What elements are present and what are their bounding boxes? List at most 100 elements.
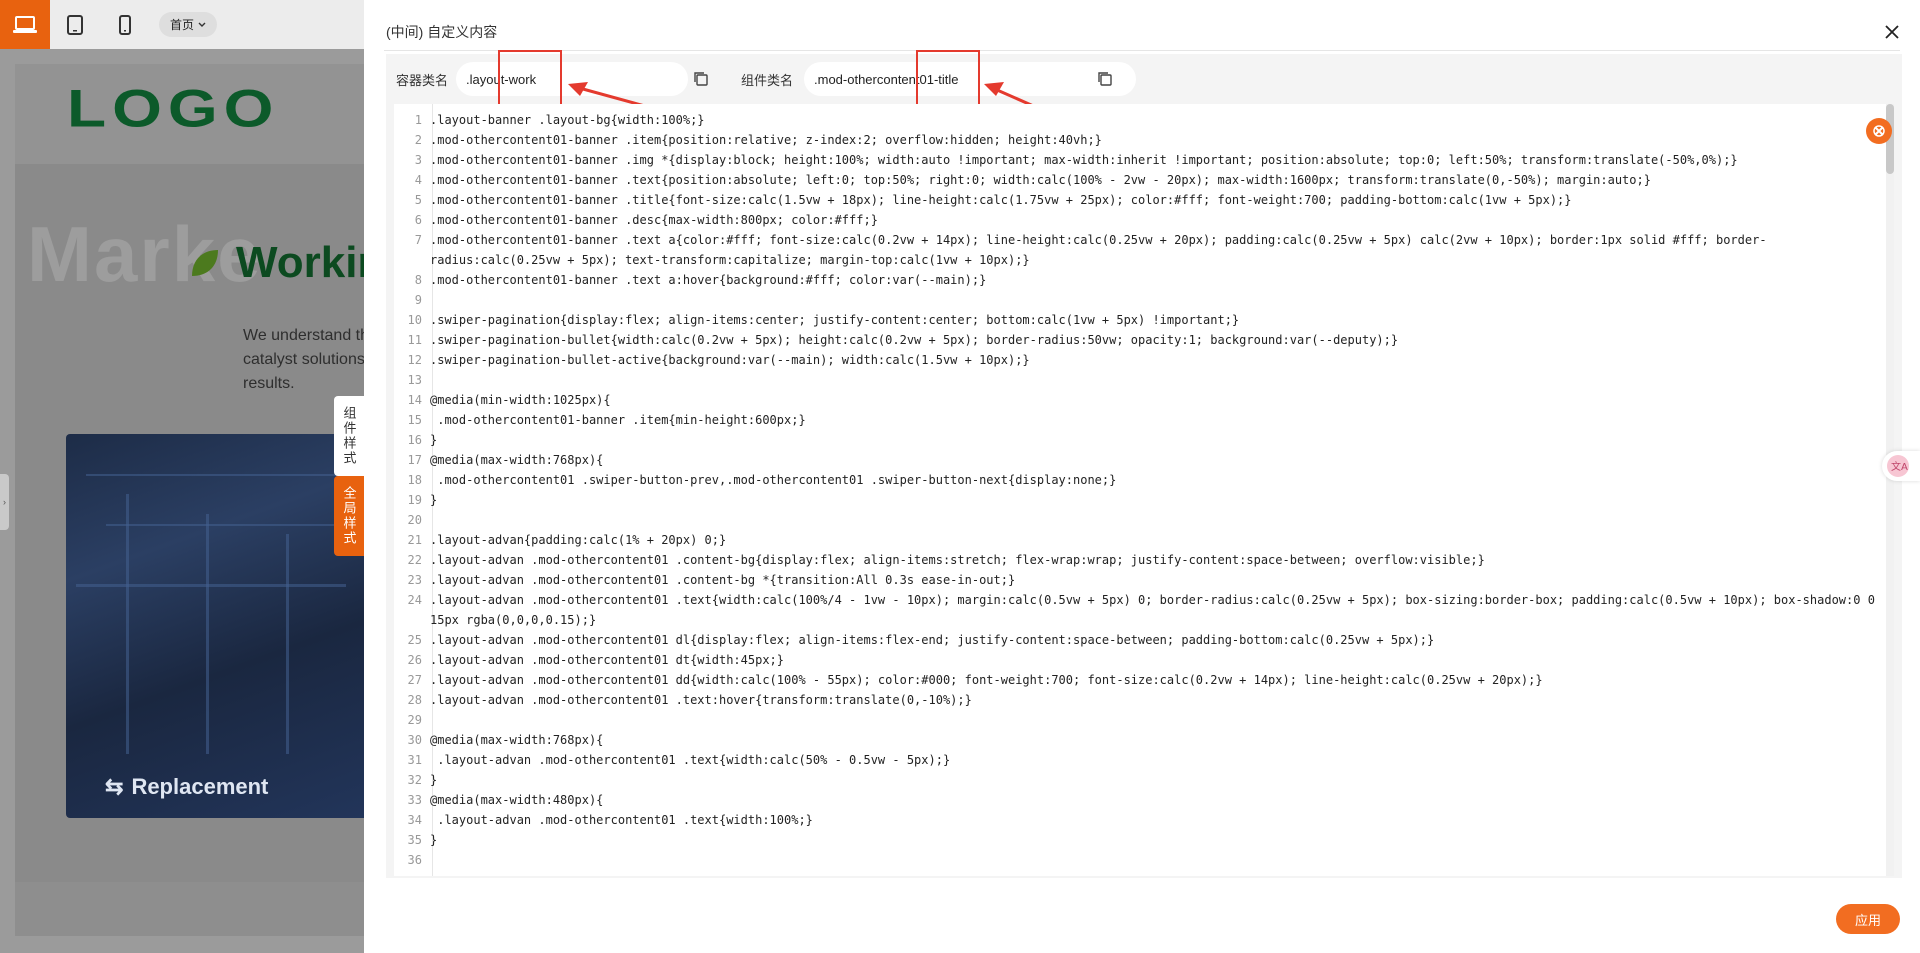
code-line: 30 @media(max-width:768px){ [394,730,604,750]
code-text: @media(max-width:480px){ [430,793,604,807]
code-text: .layout-advan .mod-othercontent01 .text{… [430,753,951,767]
preview-header: LOGO [15,64,364,164]
line-number: 16 [407,433,422,447]
line-number: 17 [407,453,422,467]
code-text: .layout-advan .mod-othercontent01 dd{wid… [430,673,1543,687]
line-number: 28 [407,693,422,707]
code-text: .mod-othercontent01-banner .desc{max-wid… [430,213,878,227]
code-text: .mod-othercontent01-banner .item{min-hei… [430,413,806,427]
line-number: 6 [414,213,422,227]
assistant-button[interactable] [1866,118,1892,144]
code-line: 19} [394,490,438,510]
code-line: 12 .swiper-pagination-bullet-active{backg… [394,350,1030,370]
code-text: .layout-advan .mod-othercontent01 .text{… [430,813,813,827]
line-number: 8 [414,273,422,287]
tab-component-style[interactable]: 组件样式 [334,396,364,476]
code-line: 29 [394,710,430,730]
code-line: 35} [394,830,438,850]
code-line: 28 .layout-advan .mod-othercontent01 .tex… [394,690,972,710]
code-line: 31 .layout-advan .mod-othercontent01 .te… [394,750,951,770]
line-number: 1 [414,113,422,127]
code-text: radius:calc(0.25vw + 5px); text-transfor… [430,253,1030,267]
line-number: 21 [407,533,422,547]
line-number: 5 [414,193,422,207]
chevron-right-icon: › [3,497,6,507]
code-text: .swiper-pagination-bullet-active{backgro… [430,353,1030,367]
code-text: .layout-advan .mod-othercontent01 .conte… [430,573,1016,587]
left-collapse-tab[interactable]: › [0,474,9,530]
container-class-label: 容器类名 [396,73,449,88]
close-icon[interactable] [1882,22,1902,42]
laptop-icon [13,15,37,33]
line-number: 32 [407,773,422,787]
tab-global-style[interactable]: 全局样式 [334,476,364,556]
code-text: .layout-advan .mod-othercontent01 .text{… [430,593,1875,607]
copy-icon[interactable] [692,70,710,88]
apply-button[interactable]: 应用 [1836,904,1900,934]
code-text: } [430,433,438,447]
code-text: .layout-advan .mod-othercontent01 .conte… [430,553,1485,567]
laptop-view-button[interactable] [0,0,50,49]
annotation-highlight-container [498,50,562,110]
preview-photo-caption-text: Replacement [131,774,269,799]
translate-float-button[interactable]: 文A [1882,451,1920,481]
preview-watermark-text: Marke [27,210,263,298]
code-line: 5 .mod-othercontent01-banner .title{font-… [394,190,1572,210]
line-number: 13 [407,373,422,387]
code-text: .layout-advan .mod-othercontent01 dl{dis… [430,633,1435,647]
page-select[interactable]: 首页 [159,12,217,37]
code-line: 6 .mod-othercontent01-banner .desc{max-wi… [394,210,878,230]
code-line: 1 .layout-banner .layout-bg{width:100%;} [394,110,705,130]
device-toolbar: 首页 [0,0,364,49]
code-line: 15px rgba(0,0,0,0.15);} [394,610,596,630]
code-line: 36 [394,850,430,870]
code-scrollbar[interactable] [1886,104,1894,876]
code-line: 23 .layout-advan .mod-othercontent01 .con… [394,570,1016,590]
code-line: 34 .layout-advan .mod-othercontent01 .te… [394,810,813,830]
line-number: 14 [407,393,422,407]
code-text: } [430,833,438,847]
code-line: 25 .layout-advan .mod-othercontent01 dl{d… [394,630,1435,650]
code-line: 20 [394,510,430,530]
code-text: } [430,773,438,787]
tablet-icon [67,14,83,35]
code-line: 14 @media(min-width:1025px){ [394,390,611,410]
code-text: } [430,493,438,507]
code-text: @media(max-width:768px){ [430,453,604,467]
code-line: 32} [394,770,438,790]
code-line: 8 .mod-othercontent01-banner .text a:hove… [394,270,987,290]
code-text: 15px rgba(0,0,0,0.15);} [430,613,597,627]
line-number: 25 [407,633,422,647]
code-text: .swiper-pagination{display:flex; align-i… [430,313,1240,327]
code-line: 26 .layout-advan .mod-othercontent01 dt{w… [394,650,784,670]
line-number: 15 [407,413,422,427]
photo-detail [126,494,129,754]
line-number: 23 [407,573,422,587]
photo-detail [286,534,289,754]
code-text: .layout-advan .mod-othercontent01 .text:… [430,693,972,707]
code-text: .mod-othercontent01 .swiper-button-prev,… [430,473,1117,487]
preview-description: We understand th catalyst solutions resu… [243,327,364,392]
css-code-editor[interactable]: 1 .layout-banner .layout-bg{width:100%;} 2… [394,104,1894,876]
code-text: @media(min-width:1025px){ [430,393,611,407]
preview-photo [66,434,364,818]
code-line: 33 @media(max-width:480px){ [394,790,604,810]
code-text: .mod-othercontent01-banner .img *{displa… [430,153,1738,167]
class-editor-panel: 容器类名 组件类名 1.layout-bann [386,50,1902,878]
chevron-down-icon [198,22,206,27]
phone-icon [119,14,131,35]
line-number: 26 [407,653,422,667]
svg-text:文A: 文A [1891,460,1908,473]
swap-arrows-icon: ⇆ [105,774,124,799]
line-number: 12 [407,353,422,367]
line-number: 31 [407,753,422,767]
code-text: .layout-advan{padding:calc(1% + 20px) 0;… [430,533,727,547]
copy-icon[interactable] [1096,70,1114,88]
code-line: 7 .mod-othercontent01-banner .text a{colo… [394,230,1767,250]
tablet-view-button[interactable] [50,0,100,49]
code-line: radius:calc(0.25vw + 5px); text-transfor… [394,250,1030,270]
line-number: 27 [407,673,422,687]
line-number: 30 [407,733,422,747]
photo-detail [106,524,336,526]
phone-view-button[interactable] [100,0,150,49]
